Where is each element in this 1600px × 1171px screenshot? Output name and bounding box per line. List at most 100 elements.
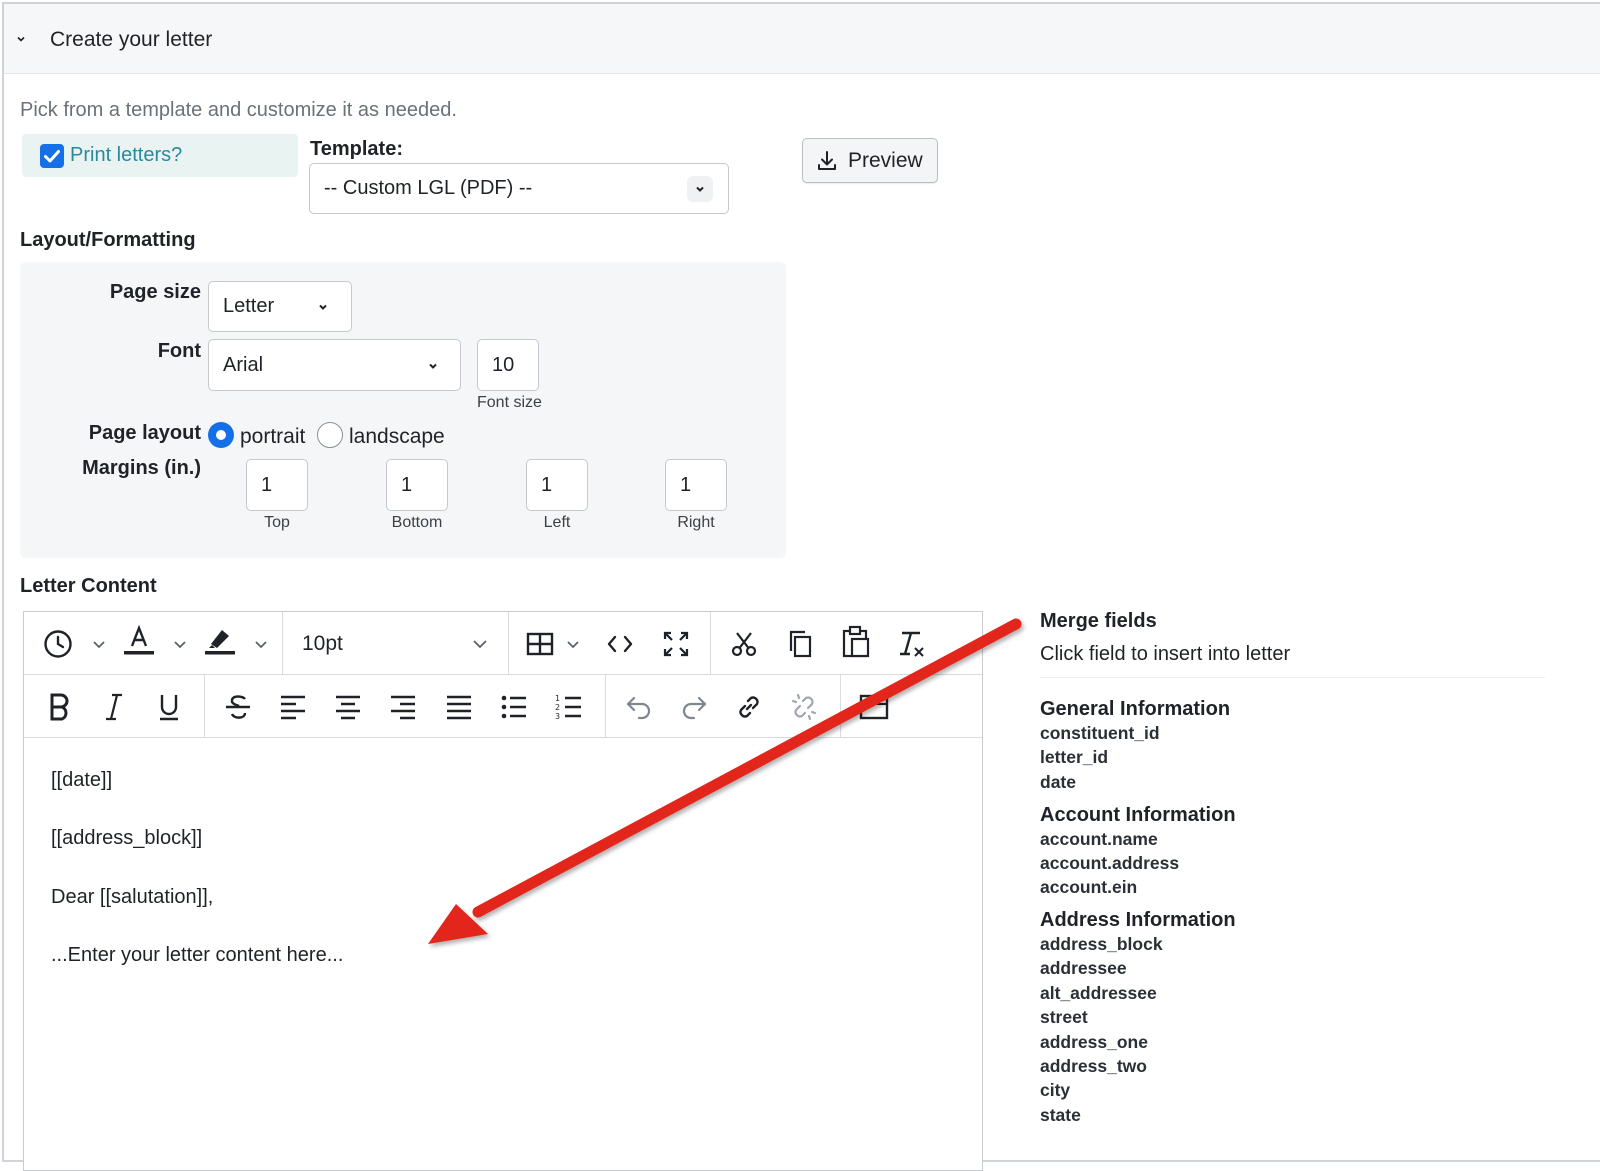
chevron-down-icon[interactable] xyxy=(172,636,188,652)
merge-field-item[interactable]: account.ein xyxy=(1040,877,1137,898)
bold-icon[interactable] xyxy=(41,689,77,725)
strikethrough-icon[interactable] xyxy=(220,689,256,725)
merge-field-item[interactable]: address_two xyxy=(1040,1056,1147,1077)
page-size-value: Letter xyxy=(223,295,275,317)
merge-field-item[interactable]: address_block xyxy=(1040,934,1163,955)
font-size-caption: Font size xyxy=(477,394,542,411)
undo-icon[interactable] xyxy=(621,689,657,725)
merge-field-item[interactable]: account.address xyxy=(1040,853,1179,874)
cut-icon[interactable] xyxy=(726,626,762,662)
margin-left-caption: Left xyxy=(543,514,571,531)
merge-field-item[interactable]: addressee xyxy=(1040,958,1127,979)
fullscreen-icon[interactable] xyxy=(658,626,694,662)
letter-paragraph[interactable]: ...Enter your letter content here... xyxy=(51,944,343,967)
merge-field-item[interactable]: constituent_id xyxy=(1040,723,1160,744)
paste-icon[interactable] xyxy=(838,624,874,660)
image-icon[interactable] xyxy=(856,689,892,725)
letter-content-heading: Letter Content xyxy=(20,575,157,597)
page-layout-label: Page layout xyxy=(88,422,201,444)
toolbar-divider xyxy=(508,612,509,675)
align-right-icon[interactable] xyxy=(385,689,421,725)
margin-right-caption: Right xyxy=(677,514,715,531)
font-label: Font xyxy=(157,340,201,362)
source-code-icon[interactable] xyxy=(602,626,638,662)
redo-icon[interactable] xyxy=(676,689,712,725)
layout-heading: Layout/Formatting xyxy=(20,229,196,251)
underline-icon[interactable] xyxy=(151,689,187,725)
portrait-label[interactable]: portrait xyxy=(240,425,305,449)
template-label: Template: xyxy=(310,138,403,160)
panel-title: Create your letter xyxy=(50,28,213,51)
font-size-value[interactable]: 10pt xyxy=(302,632,343,656)
margin-right-input[interactable]: 1 xyxy=(665,459,727,511)
merge-group-heading: Account Information xyxy=(1040,804,1236,826)
merge-field-item[interactable]: city xyxy=(1040,1080,1070,1101)
merge-fields-title: Merge fields xyxy=(1040,610,1157,632)
merge-group-heading: General Information xyxy=(1040,698,1231,720)
print-letters-label[interactable]: Print letters? xyxy=(70,144,182,167)
font-select[interactable]: Arial xyxy=(208,339,461,391)
margin-left-input[interactable]: 1 xyxy=(526,459,588,511)
letter-editor: 10pt 1 2 3 [[date]] [[address_block]] De… xyxy=(23,611,983,1171)
merge-field-item[interactable]: address_one xyxy=(1040,1032,1148,1053)
chevron-down-icon[interactable] xyxy=(253,636,269,652)
merge-fields-subtitle: Click field to insert into letter xyxy=(1040,643,1291,665)
highlight-icon[interactable] xyxy=(202,624,238,660)
merge-field-item[interactable]: street xyxy=(1040,1007,1088,1028)
preview-label: Preview xyxy=(848,149,923,172)
clear-formatting-icon[interactable] xyxy=(894,626,930,662)
template-select[interactable]: -- Custom LGL (PDF) -- xyxy=(309,163,729,214)
font-size-input[interactable]: 10 xyxy=(477,339,539,391)
merge-field-item[interactable]: account.name xyxy=(1040,829,1158,850)
divider xyxy=(1040,677,1545,678)
align-center-icon[interactable] xyxy=(330,689,366,725)
svg-text:1: 1 xyxy=(555,694,560,703)
preview-button[interactable]: Preview xyxy=(802,138,938,183)
toolbar-divider xyxy=(605,675,606,738)
align-left-icon[interactable] xyxy=(275,689,311,725)
font-value: Arial xyxy=(223,353,264,376)
merge-field-item[interactable]: alt_addressee xyxy=(1040,983,1157,1004)
unlink-icon[interactable] xyxy=(786,689,822,725)
numbered-list-icon[interactable]: 123 xyxy=(551,689,587,725)
page-size-select[interactable]: Letter xyxy=(208,281,352,332)
download-icon xyxy=(818,151,836,170)
letter-paragraph[interactable]: Dear [[salutation]], xyxy=(51,886,213,909)
chevron-down-icon[interactable] xyxy=(16,34,26,44)
editor-toolbar-row-2: 123 xyxy=(24,675,982,738)
chevron-down-icon[interactable] xyxy=(472,636,488,652)
chevron-down-icon[interactable] xyxy=(91,636,107,652)
margin-bottom-caption: Bottom xyxy=(391,514,443,531)
clock-icon[interactable] xyxy=(40,626,76,662)
bullet-list-icon[interactable] xyxy=(496,689,532,725)
margin-bottom-input[interactable]: 1 xyxy=(386,459,448,511)
toolbar-divider xyxy=(710,612,711,675)
editor-toolbar-row-1: 10pt xyxy=(24,612,982,675)
merge-field-item[interactable]: letter_id xyxy=(1040,747,1108,768)
toolbar-divider xyxy=(204,675,205,738)
align-justify-icon[interactable] xyxy=(441,689,477,725)
panel-header[interactable]: Create your letter xyxy=(4,4,1600,74)
table-icon[interactable] xyxy=(522,626,558,662)
svg-text:2: 2 xyxy=(555,703,560,712)
chevron-down-icon[interactable] xyxy=(565,636,581,652)
link-icon[interactable] xyxy=(731,689,767,725)
landscape-radio[interactable] xyxy=(317,422,343,448)
merge-field-item[interactable]: date xyxy=(1040,772,1076,793)
page-size-label: Page size xyxy=(109,281,201,303)
margin-top-input[interactable]: 1 xyxy=(246,459,308,511)
portrait-radio[interactable] xyxy=(208,422,234,448)
chevron-down-icon xyxy=(429,363,437,369)
letter-paragraph[interactable]: [[address_block]] xyxy=(51,827,202,850)
panel-subtitle: Pick from a template and customize it as… xyxy=(20,99,457,121)
chevron-down-icon xyxy=(687,176,713,202)
letter-paragraph[interactable]: [[date]] xyxy=(51,769,112,792)
merge-field-item[interactable]: state xyxy=(1040,1105,1081,1126)
landscape-label[interactable]: landscape xyxy=(349,425,445,449)
svg-text:3: 3 xyxy=(555,712,560,721)
italic-icon[interactable] xyxy=(96,689,132,725)
copy-icon[interactable] xyxy=(782,626,818,662)
text-color-icon[interactable] xyxy=(121,624,157,660)
print-letters-checkbox[interactable] xyxy=(40,144,64,168)
margin-top-caption: Top xyxy=(264,514,290,531)
